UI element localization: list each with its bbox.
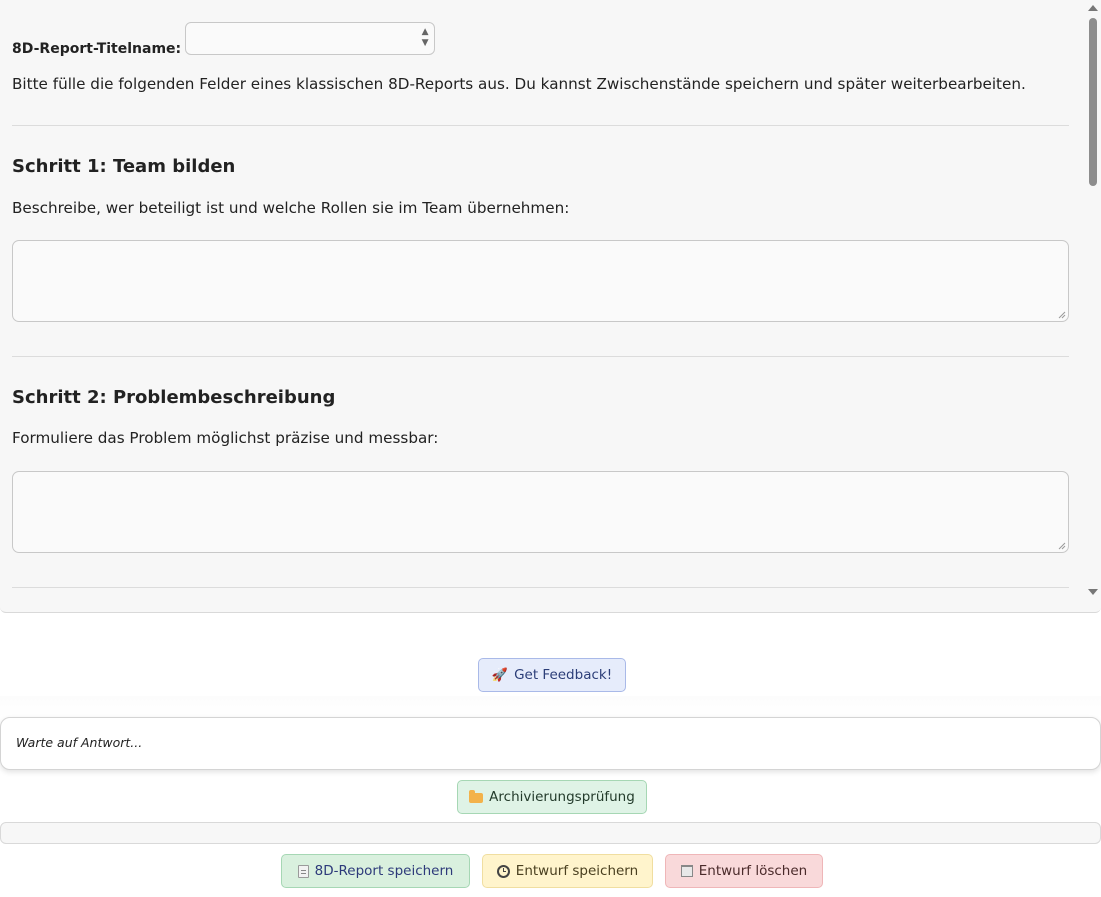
title-row: 8D-Report-Titelname: ▲ ▼ <box>12 22 436 57</box>
save-report-label: 8D-Report speichern <box>314 863 454 879</box>
resize-handle-icon[interactable] <box>1058 542 1066 550</box>
get-feedback-button[interactable]: 🚀 Get Feedback! <box>478 658 626 692</box>
rocket-icon: 🚀 <box>491 667 509 683</box>
scroll-up-arrow-icon[interactable] <box>1088 5 1098 11</box>
archive-check-label: Archivierungsprüfung <box>489 789 635 805</box>
scrollbar[interactable] <box>1084 0 1101 612</box>
response-status: Warte auf Antwort... <box>16 735 143 750</box>
save-draft-label: Entwurf speichern <box>515 863 639 879</box>
step-2-title: Schritt 2: Problembeschreibung <box>12 387 336 408</box>
response-box: Warte auf Antwort... <box>0 717 1101 770</box>
step-1-textarea[interactable] <box>12 240 1069 322</box>
delete-draft-label: Entwurf löschen <box>698 863 808 879</box>
save-report-button[interactable]: 8D-Report speichern <box>281 854 470 888</box>
step-1-title: Schritt 1: Team bilden <box>12 156 236 177</box>
folder-icon <box>469 790 484 803</box>
archive-check-button[interactable]: Archivierungsprüfung <box>457 780 647 814</box>
title-label: 8D-Report-Titelname: <box>12 41 182 57</box>
document-icon <box>297 864 309 878</box>
divider <box>12 125 1069 126</box>
intro-text: Bitte fülle die folgenden Felder eines k… <box>12 75 1026 93</box>
title-input[interactable]: ▲ ▼ <box>185 22 436 55</box>
divider <box>12 587 1069 588</box>
trash-icon <box>680 865 693 877</box>
resize-handle-icon[interactable] <box>1058 311 1066 319</box>
step-2-textarea[interactable] <box>12 471 1069 553</box>
get-feedback-label: Get Feedback! <box>514 667 613 683</box>
scroll-down-arrow-icon[interactable] <box>1088 589 1098 595</box>
step-1-description: Beschreibe, wer beteiligt ist und welche… <box>12 199 570 217</box>
report-form-panel: 8D-Report-Titelname: ▲ ▼ Bitte fülle die … <box>0 0 1101 613</box>
clock-icon <box>496 864 510 878</box>
response-area-top <box>0 696 1101 718</box>
divider <box>12 356 1069 357</box>
delete-draft-button[interactable]: Entwurf löschen <box>665 854 823 888</box>
step-2-description: Formuliere das Problem möglichst präzise… <box>12 429 439 447</box>
stepper-arrows-icon[interactable]: ▲ ▼ <box>420 27 430 49</box>
archive-result-strip <box>0 822 1101 844</box>
scrollbar-thumb[interactable] <box>1089 18 1097 186</box>
save-draft-button[interactable]: Entwurf speichern <box>482 854 653 888</box>
